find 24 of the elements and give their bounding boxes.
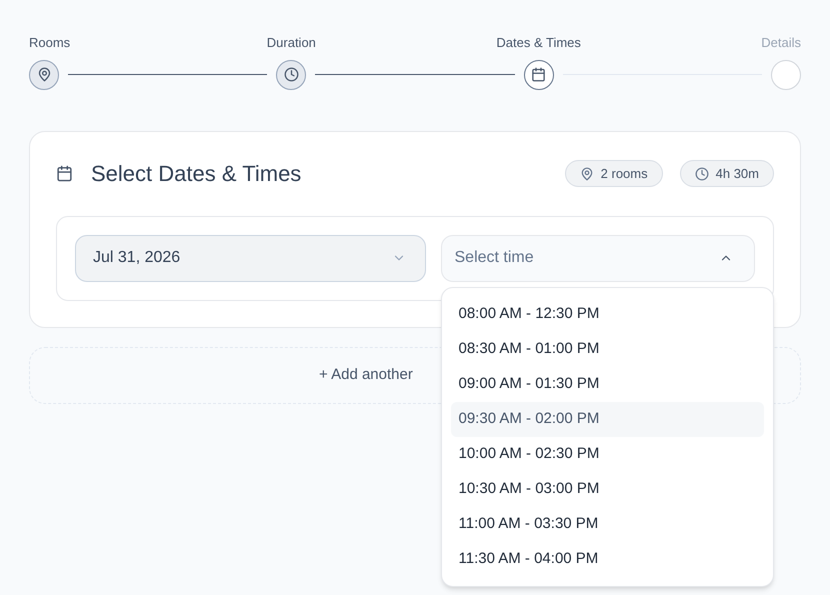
step-label: Duration bbox=[266, 34, 316, 52]
add-another-button[interactable]: + Add another bbox=[319, 364, 413, 386]
calendar-icon bbox=[56, 165, 73, 182]
time-option[interactable]: 08:30 AM - 01:00 PM bbox=[450, 332, 764, 366]
step-label: Rooms bbox=[29, 34, 70, 52]
time-option[interactable]: 09:30 AM - 02:00 PM bbox=[450, 402, 764, 436]
step-label: Dates & Times bbox=[496, 34, 581, 52]
time-option[interactable]: 08:00 AM - 12:30 PM bbox=[450, 296, 764, 332]
time-option[interactable]: 10:00 AM - 02:30 PM bbox=[450, 436, 764, 472]
time-option[interactable]: 09:00 AM - 01:30 PM bbox=[450, 366, 764, 402]
info-chip: 2 rooms bbox=[564, 160, 663, 187]
time-option[interactable]: 11:00 AM - 03:30 PM bbox=[450, 506, 764, 542]
step-label: Details bbox=[761, 34, 801, 52]
section-title: Select Dates & Times bbox=[91, 160, 302, 188]
date-select[interactable]: Jul 31, 2026 bbox=[75, 234, 426, 282]
time-select[interactable]: Select time bbox=[440, 234, 755, 282]
clock-icon bbox=[694, 166, 709, 180]
time-option[interactable]: 10:30 AM - 03:00 PM bbox=[450, 472, 764, 506]
info-chip: 4h 30m bbox=[680, 160, 774, 187]
calendar-icon bbox=[531, 67, 546, 82]
map-pin-icon bbox=[36, 67, 52, 82]
map-pin-icon bbox=[580, 166, 594, 180]
time-option[interactable]: 11:30 AM - 04:00 PM bbox=[450, 542, 764, 576]
clock-icon bbox=[284, 67, 299, 82]
